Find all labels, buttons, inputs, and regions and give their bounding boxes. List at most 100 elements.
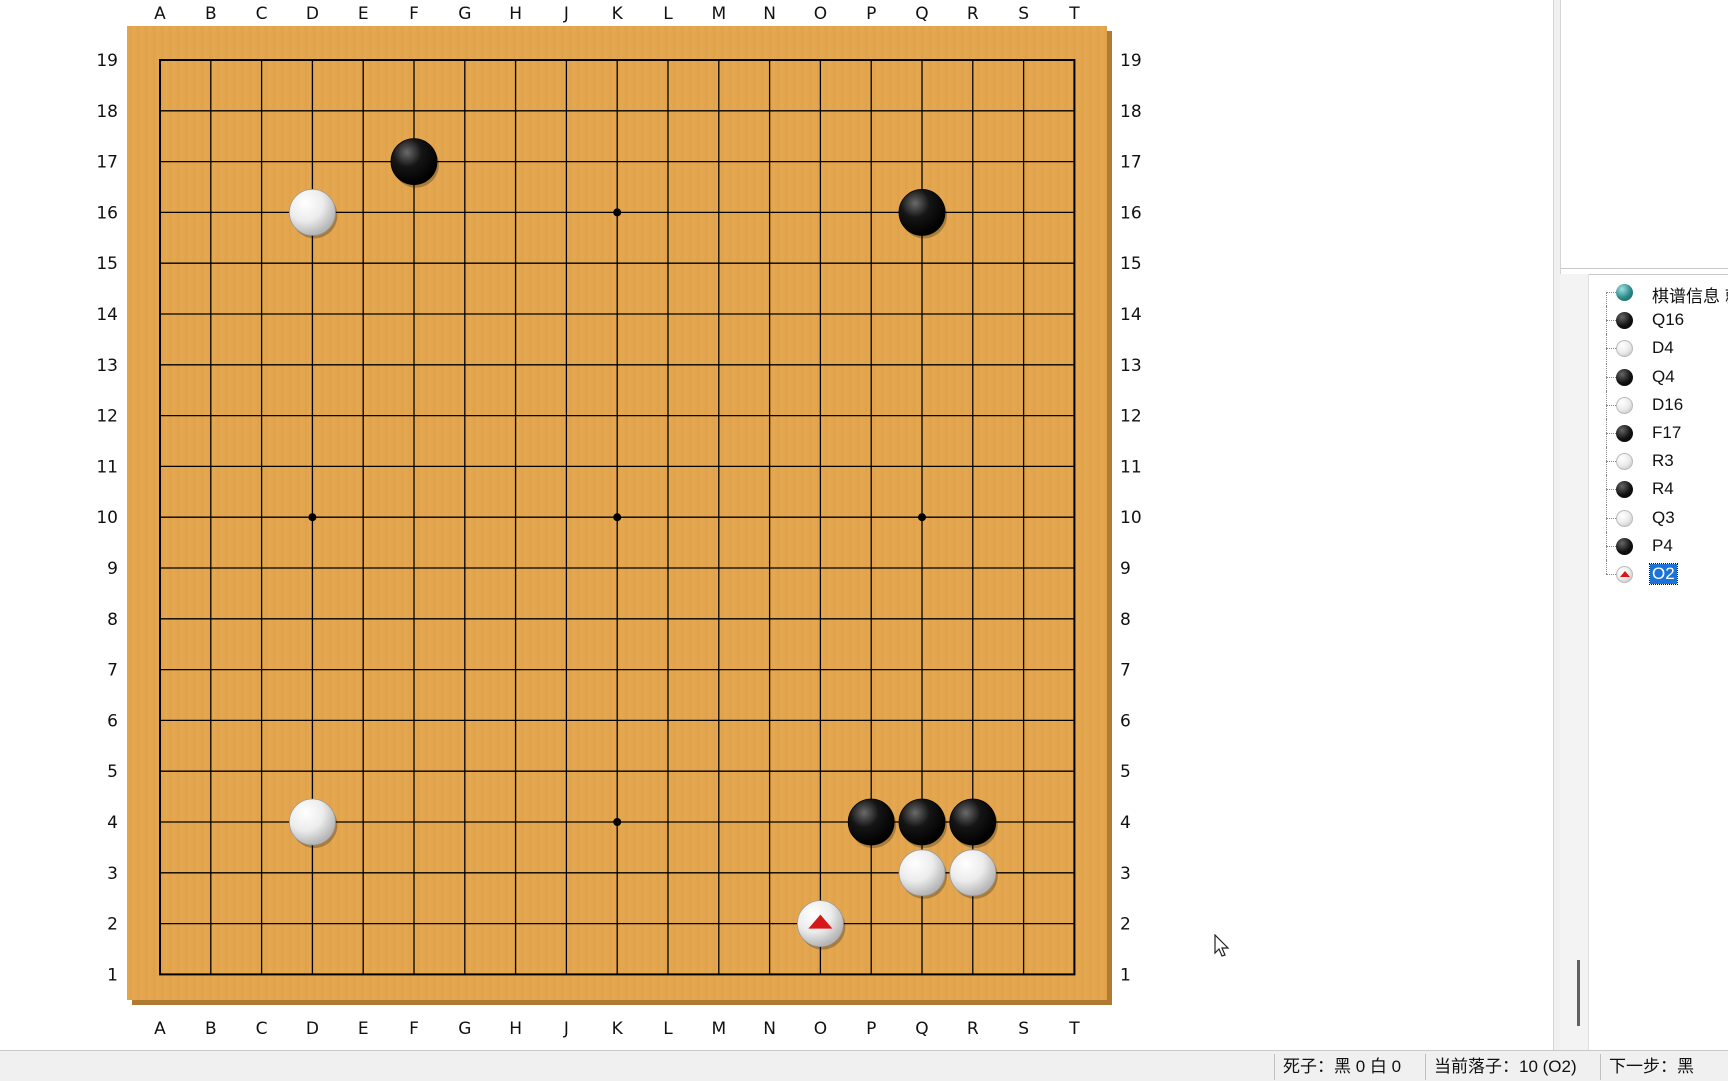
column-label-top: H (509, 4, 522, 24)
tree-item-label: D4 (1652, 338, 1674, 358)
column-label-bottom: C (256, 1019, 268, 1039)
current-move-status: 当前落子：10 (O2) (1425, 1054, 1597, 1080)
black-stone-icon (1616, 481, 1633, 499)
row-label-left: 12 (96, 407, 118, 427)
row-label-left: 18 (96, 102, 118, 122)
row-label-right: 11 (1120, 457, 1142, 477)
column-label-bottom: N (763, 1019, 776, 1039)
tree-item-move[interactable]: Q3 (1590, 503, 1728, 532)
tree-item-label: R3 (1652, 451, 1674, 471)
white-stone[interactable] (898, 849, 946, 897)
tree-item-label: Q16 (1652, 310, 1685, 330)
black-stone-icon (1616, 424, 1633, 442)
white-stone-icon (1616, 340, 1633, 358)
status-bar: 死子：黑 0 白 0 当前落子：10 (O2) 下一步：黑 (0, 1050, 1728, 1081)
row-label-left: 4 (107, 813, 118, 833)
tree-item-move[interactable]: P4 (1590, 531, 1728, 560)
tree-item-label: O2 (1649, 562, 1678, 585)
column-label-top: M (711, 4, 726, 24)
row-label-right: 17 (1120, 153, 1142, 173)
column-label-bottom: R (967, 1019, 979, 1039)
row-label-right: 15 (1120, 254, 1142, 274)
tree-scroll-thumb[interactable] (1577, 960, 1580, 1026)
tree-item-move[interactable]: D4 (1590, 334, 1728, 363)
row-label-right: 8 (1120, 610, 1131, 630)
white-stone-icon (1616, 453, 1633, 471)
row-label-right: 4 (1120, 813, 1131, 833)
column-label-bottom: Q (915, 1019, 928, 1039)
black-stone[interactable] (847, 798, 895, 846)
tree-item-move[interactable]: D16 (1590, 390, 1728, 419)
column-label-top: P (866, 4, 876, 24)
star-point (918, 513, 926, 522)
column-label-top: D (306, 4, 319, 24)
row-label-left: 15 (96, 254, 118, 274)
white-stone[interactable] (949, 849, 997, 897)
column-label-top: F (409, 4, 419, 24)
tree-item-move[interactable]: O2 (1590, 559, 1728, 588)
black-stone-icon (1616, 368, 1633, 386)
tree-item-move[interactable]: R4 (1590, 475, 1728, 504)
column-label-bottom: G (458, 1019, 471, 1039)
tree-item-move[interactable]: R3 (1590, 447, 1728, 476)
black-stone[interactable] (390, 138, 438, 186)
column-label-top: S (1018, 4, 1029, 24)
column-label-top: B (205, 4, 217, 24)
white-stone-icon (1616, 509, 1633, 527)
white-stone[interactable] (288, 188, 336, 236)
column-label-bottom: O (814, 1019, 827, 1039)
column-label-top: C (256, 4, 268, 24)
tree-item-label: P4 (1652, 535, 1673, 555)
tree-item-game-info[interactable]: 棋谱信息 就 (1590, 278, 1728, 320)
row-label-right: 10 (1120, 508, 1142, 528)
tree-scrollbar[interactable] (1560, 274, 1589, 1050)
row-label-right: 14 (1120, 305, 1142, 325)
column-label-top: E (358, 4, 369, 24)
column-label-top: A (154, 4, 166, 24)
tree-item-move[interactable]: Q16 (1590, 306, 1728, 335)
row-label-left: 19 (96, 51, 118, 71)
star-point (613, 208, 622, 217)
marked-stone-icon (1616, 565, 1633, 583)
row-label-left: 3 (107, 864, 118, 884)
tree-item-label: D16 (1652, 394, 1684, 414)
row-label-left: 10 (96, 508, 118, 528)
column-label-bottom: D (306, 1019, 319, 1039)
star-point (308, 513, 317, 522)
column-label-top: O (814, 4, 827, 24)
row-label-right: 6 (1120, 711, 1131, 731)
star-point (613, 513, 622, 522)
comment-panel[interactable] (1560, 0, 1728, 269)
column-label-bottom: E (358, 1019, 369, 1039)
tree-item-move[interactable]: Q4 (1590, 362, 1728, 391)
row-label-left: 5 (107, 762, 118, 782)
row-label-left: 14 (96, 305, 118, 325)
row-label-right: 13 (1120, 356, 1142, 376)
black-stone[interactable] (898, 798, 946, 846)
column-label-top: N (763, 4, 776, 24)
column-label-top: G (458, 4, 471, 24)
column-label-top: K (612, 4, 624, 24)
tree-item-move[interactable]: F17 (1590, 418, 1728, 447)
column-label-bottom: B (205, 1019, 217, 1039)
row-label-right: 12 (1120, 407, 1142, 427)
mouse-pointer-icon (1214, 934, 1230, 957)
black-stone[interactable] (898, 188, 946, 236)
white-stone[interactable] (288, 798, 336, 846)
row-label-left: 16 (96, 203, 118, 223)
column-label-bottom: L (663, 1019, 673, 1039)
white-stone-icon (1616, 396, 1633, 414)
column-label-bottom: K (612, 1019, 624, 1039)
row-label-right: 1 (1120, 965, 1131, 985)
row-label-left: 7 (107, 661, 118, 681)
row-label-left: 9 (107, 559, 118, 579)
star-point (613, 818, 622, 826)
column-label-bottom: S (1018, 1019, 1029, 1039)
black-stone[interactable] (949, 798, 997, 846)
column-label-bottom: H (509, 1019, 522, 1039)
column-label-bottom: M (711, 1019, 726, 1039)
tree-item-label: Q3 (1652, 507, 1675, 527)
column-label-top: T (1068, 4, 1080, 24)
row-label-left: 1 (107, 965, 118, 985)
go-board[interactable]: AABBCCDDEEFFGGHHJJKKLLMMNNOOPPQQRRSSTT19… (0, 0, 1150, 1050)
